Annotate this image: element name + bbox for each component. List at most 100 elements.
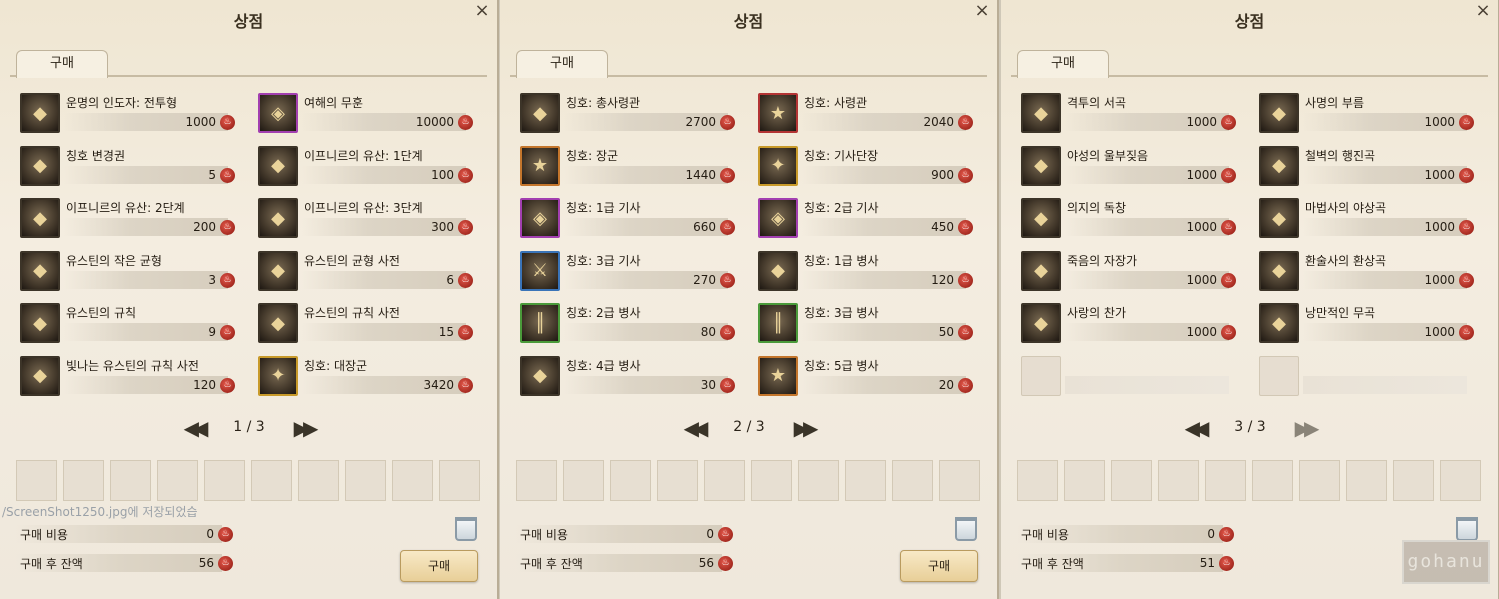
trash-icon[interactable]: [455, 517, 477, 541]
shop-item[interactable]: ◆ 유스틴의 작은 균형 3 ♨: [18, 248, 238, 292]
cart-slot[interactable]: [563, 460, 604, 501]
tab-buy[interactable]: 구매: [516, 50, 608, 78]
cart-slot[interactable]: [704, 460, 745, 501]
currency-icon: ♨: [958, 377, 973, 393]
first-page-icon[interactable]: ◀◀: [178, 416, 209, 440]
shop-item[interactable]: ◆ 사명의 부름 1000 ♨: [1257, 90, 1477, 134]
shop-item[interactable]: ◈ 칭호: 1급 기사 660 ♨: [518, 195, 738, 239]
cart-slot[interactable]: [157, 460, 198, 501]
first-page-icon[interactable]: ◀◀: [1179, 416, 1210, 440]
shop-item[interactable]: ║ 칭호: 3급 병사 50 ♨: [756, 300, 976, 344]
currency-icon: ♨: [1459, 325, 1474, 340]
shop-item[interactable]: ◆ 마법사의 야상곡 1000 ♨: [1257, 195, 1477, 239]
currency-icon: ♨: [1459, 220, 1474, 235]
cart-slot[interactable]: [1017, 460, 1058, 501]
balance-label: 구매 후 잔액: [20, 557, 83, 571]
shop-item[interactable]: ║ 칭호: 2급 병사 80 ♨: [518, 300, 738, 344]
cart-slot[interactable]: [657, 460, 698, 501]
last-page-icon[interactable]: ▶▶: [788, 416, 819, 440]
shop-item[interactable]: ✦ 칭호: 대장군 3420 ♨: [256, 353, 476, 397]
buy-button[interactable]: 구매: [400, 550, 478, 582]
item-price: 1000: [1186, 272, 1217, 287]
tab-buy[interactable]: 구매: [16, 50, 108, 78]
close-icon[interactable]: ×: [1474, 2, 1492, 20]
cart-slot[interactable]: [1299, 460, 1340, 501]
shop-item[interactable]: ◆ 칭호 변경권 5 ♨: [18, 143, 238, 187]
shop-item[interactable]: ★ 칭호: 사령관 2040 ♨: [756, 90, 976, 134]
cart-slot[interactable]: [1158, 460, 1199, 501]
shop-item[interactable]: ◆ 의지의 독창 1000 ♨: [1019, 195, 1239, 239]
item-name: 운명의 인도자: 전투형: [66, 96, 178, 110]
item-price: 1000: [1186, 220, 1217, 234]
shop-item[interactable]: ◆ 유스틴의 규칙 사전 15 ♨: [256, 300, 476, 344]
cart-slot[interactable]: [798, 460, 839, 501]
shop-item[interactable]: ◆ 운명의 인도자: 전투형 1000 ♨: [18, 90, 238, 134]
last-page-icon[interactable]: ▶▶: [1289, 416, 1320, 440]
shop-item[interactable]: ◆ 빛나는 유스틴의 규칙 사전 120 ♨: [18, 353, 238, 397]
cart-slot[interactable]: [845, 460, 886, 501]
cart-slot[interactable]: [751, 460, 792, 501]
item-name: 철벽의 행진곡: [1305, 148, 1376, 163]
shop-item[interactable]: ◈ 여해의 무훈 10000 ♨: [256, 90, 476, 134]
shop-item[interactable]: ◆ 이프니르의 유산: 2단계 200 ♨: [18, 195, 238, 239]
item-icon: ◆: [20, 355, 60, 396]
trash-icon[interactable]: [1456, 517, 1478, 541]
item-icon: [1259, 355, 1299, 396]
shop-item[interactable]: ◆ 야성의 울부짖음 1000 ♨: [1019, 143, 1239, 187]
shop-item[interactable]: ⚔ 칭호: 3급 기사 270 ♨: [518, 248, 738, 292]
currency-icon: ♨: [220, 377, 235, 393]
price-bar: [1065, 375, 1229, 394]
shop-item[interactable]: ◆ 칭호: 4급 병사 30 ♨: [518, 353, 738, 397]
shop-item[interactable]: ★ 칭호: 5급 병사 20 ♨: [756, 353, 976, 397]
shop-item[interactable]: ◈ 칭호: 2급 기사 450 ♨: [756, 195, 976, 239]
shop-item[interactable]: ◆ 낭만적인 무곡 1000 ♨: [1257, 300, 1477, 344]
cart-slot[interactable]: [204, 460, 245, 501]
cart-slot[interactable]: [939, 460, 980, 501]
cart-slot[interactable]: [110, 460, 151, 501]
cart-slot[interactable]: [610, 460, 651, 501]
cart-slot[interactable]: [1205, 460, 1246, 501]
cart-slot[interactable]: [251, 460, 292, 501]
close-icon[interactable]: ×: [473, 2, 491, 20]
cart-slot[interactable]: [298, 460, 339, 501]
cart-slot[interactable]: [892, 460, 933, 501]
cart-slot[interactable]: [1064, 460, 1105, 501]
tab-buy[interactable]: 구매: [1017, 50, 1109, 78]
item-icon: ◈: [520, 198, 560, 238]
currency-icon: ♨: [220, 325, 235, 340]
cart-slot[interactable]: [1111, 460, 1152, 501]
shop-item[interactable]: ◆ 사랑의 찬가 1000 ♨: [1019, 300, 1239, 344]
buy-button[interactable]: 구매: [900, 550, 978, 582]
shop-item[interactable]: ✦ 칭호: 기사단장 900 ♨: [756, 143, 976, 187]
cart-slot[interactable]: [1346, 460, 1387, 501]
trash-icon[interactable]: [955, 517, 977, 541]
shop-item[interactable]: ◆ 유스틴의 균형 사전 6 ♨: [256, 248, 476, 292]
shop-item[interactable]: ◆ 칭호: 1급 병사 120 ♨: [756, 248, 976, 292]
cart-slot[interactable]: [63, 460, 104, 501]
first-page-icon[interactable]: ◀◀: [678, 416, 709, 440]
shop-item[interactable]: ◆ 죽음의 자장가 1000 ♨: [1019, 248, 1239, 292]
shop-item[interactable]: ◆ 이프니르의 유산: 3단계 300 ♨: [256, 195, 476, 239]
currency-icon: ♨: [220, 220, 235, 235]
cart-slot[interactable]: [516, 460, 557, 501]
shop-item[interactable]: ◆ 격투의 서곡 1000 ♨: [1019, 90, 1239, 134]
cart-slot[interactable]: [439, 460, 480, 501]
close-icon[interactable]: ×: [973, 2, 991, 20]
last-page-icon[interactable]: ▶▶: [288, 416, 319, 440]
item-icon: [1021, 355, 1061, 396]
shop-item[interactable]: ◆ 이프니르의 유산: 1단계 100 ♨: [256, 143, 476, 187]
shop-item[interactable]: ◆ 철벽의 행진곡 1000 ♨: [1257, 143, 1477, 187]
shop-item[interactable]: ◆ 유스틴의 규칙 9 ♨: [18, 300, 238, 344]
item-name: 칭호: 4급 병사: [566, 358, 641, 373]
cart-slot[interactable]: [345, 460, 386, 501]
shop-item[interactable]: ◆ 칭호: 총사령관 2700 ♨: [518, 90, 738, 134]
shop-item[interactable]: ◆ 환술사의 환상곡 1000 ♨: [1257, 248, 1477, 292]
cart-slot[interactable]: [1440, 460, 1481, 501]
shop-item[interactable]: ★ 칭호: 장군 1440 ♨: [518, 143, 738, 187]
cart-slot[interactable]: [392, 460, 433, 501]
price-bar: [302, 270, 466, 289]
cart-slot[interactable]: [16, 460, 57, 501]
cart-slot[interactable]: [1252, 460, 1293, 501]
cart-slot[interactable]: [1393, 460, 1434, 501]
cost-label: 구매 비용: [520, 528, 568, 542]
